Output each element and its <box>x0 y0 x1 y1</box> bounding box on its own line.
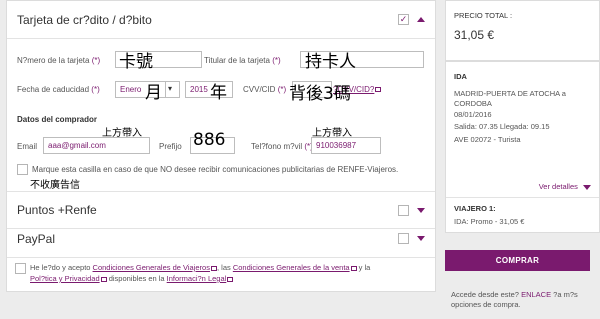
terms-link-viajeros[interactable]: Condiciones Generales de Viajeros <box>93 263 210 272</box>
total-value: 31,05 € <box>454 28 495 42</box>
payment-panel: Tarjeta de cr?dito / d?bito ✓ N?mero de … <box>6 0 436 292</box>
total-card: PRECIO TOTAL : 31,05 € <box>445 0 600 61</box>
email-label: Email <box>17 142 38 151</box>
external-link-icon <box>227 276 234 282</box>
terms-text: He le?do y acepto Condiciones Generales … <box>30 263 371 283</box>
terms-link-venta[interactable]: Condiciones Generales de la venta <box>233 263 350 272</box>
cvv-annotation: 背後3碼 <box>289 84 351 104</box>
buy-button[interactable]: COMPRAR <box>445 250 590 271</box>
puntos-checkbox[interactable] <box>398 204 409 216</box>
prefix-annotation: 886 <box>193 130 226 150</box>
expiry-label: Fecha de caducidad (*) <box>17 85 100 94</box>
optout-text: Marque esta casilla en caso de que NO de… <box>32 165 399 174</box>
trip-date: 08/01/2016 <box>454 110 492 119</box>
card-section-checkbox[interactable]: ✓ <box>398 14 409 25</box>
cvv-label: CVV/CID (*) <box>243 85 287 94</box>
card-number-label: N?mero de la tarjeta (*) <box>17 56 101 65</box>
footer-link[interactable]: ENLACE <box>521 290 551 299</box>
optout-annotation: 不收廣告信 <box>30 180 80 191</box>
card-number-annotation: 卡號 <box>119 52 153 72</box>
privacy-link[interactable]: Pol?tica y Privacidad <box>30 274 100 283</box>
external-link-icon <box>375 87 382 93</box>
paypal-section-header[interactable]: PayPal <box>7 220 435 258</box>
paypal-checkbox[interactable] <box>398 233 409 244</box>
email-input[interactable]: aaa@gmail.com <box>43 137 150 154</box>
prefix-label: Prefijo <box>159 142 182 151</box>
trip-card: IDA MADRID-PUERTA DE ATOCHA a CORDOBA 08… <box>445 61 600 233</box>
card-holder-annotation: 持卡人 <box>305 52 356 72</box>
details-link[interactable]: Ver detalles <box>539 182 591 191</box>
paypal-section-title: PayPal <box>17 231 56 246</box>
total-label: PRECIO TOTAL : <box>454 11 513 20</box>
order-summary: PRECIO TOTAL : 31,05 € IDA MADRID-PUERTA… <box>445 0 600 233</box>
trip-times: Salida: 07.35 Llegada: 09.15 <box>454 122 550 131</box>
route-text: MADRID-PUERTA DE ATOCHA a CORDOBA <box>454 89 566 108</box>
card-section-title: Tarjeta de cr?dito / d?bito <box>17 12 152 27</box>
chevron-down-icon <box>583 184 591 190</box>
phone-label: Tel?fono m?vil (*) <box>251 142 313 151</box>
phone-input[interactable]: 910036987 <box>311 137 381 154</box>
footer-text: Accede desde este? ENLACE ?a m?s opcione… <box>451 290 578 309</box>
legal-info-link[interactable]: Informaci?n Legal <box>167 274 227 283</box>
divider <box>446 197 599 198</box>
expand-icon[interactable] <box>417 207 425 213</box>
buyer-heading: Datos del comprador <box>17 115 98 124</box>
ida-label: IDA <box>454 72 467 81</box>
train-info: AVE 02072 - Turista <box>454 135 521 144</box>
viajero-label: VIAJERO 1: <box>454 204 496 213</box>
expiry-month-annotation: 月 <box>145 83 162 103</box>
chevron-down-icon[interactable]: ▾ <box>165 81 180 98</box>
expand-icon[interactable] <box>417 236 425 241</box>
terms-checkbox[interactable] <box>15 263 26 274</box>
viajero-value: IDA: Promo - 31,05 € <box>454 217 525 226</box>
expiry-year-annotation: 年 <box>210 83 227 103</box>
puntos-section-title: Puntos +Renfe <box>17 203 97 217</box>
collapse-icon[interactable] <box>417 17 425 22</box>
optout-checkbox[interactable] <box>17 164 28 175</box>
card-holder-label: Titular de la tarjeta (*) <box>204 56 281 65</box>
card-section-header[interactable]: Tarjeta de cr?dito / d?bito ✓ <box>7 1 435 39</box>
